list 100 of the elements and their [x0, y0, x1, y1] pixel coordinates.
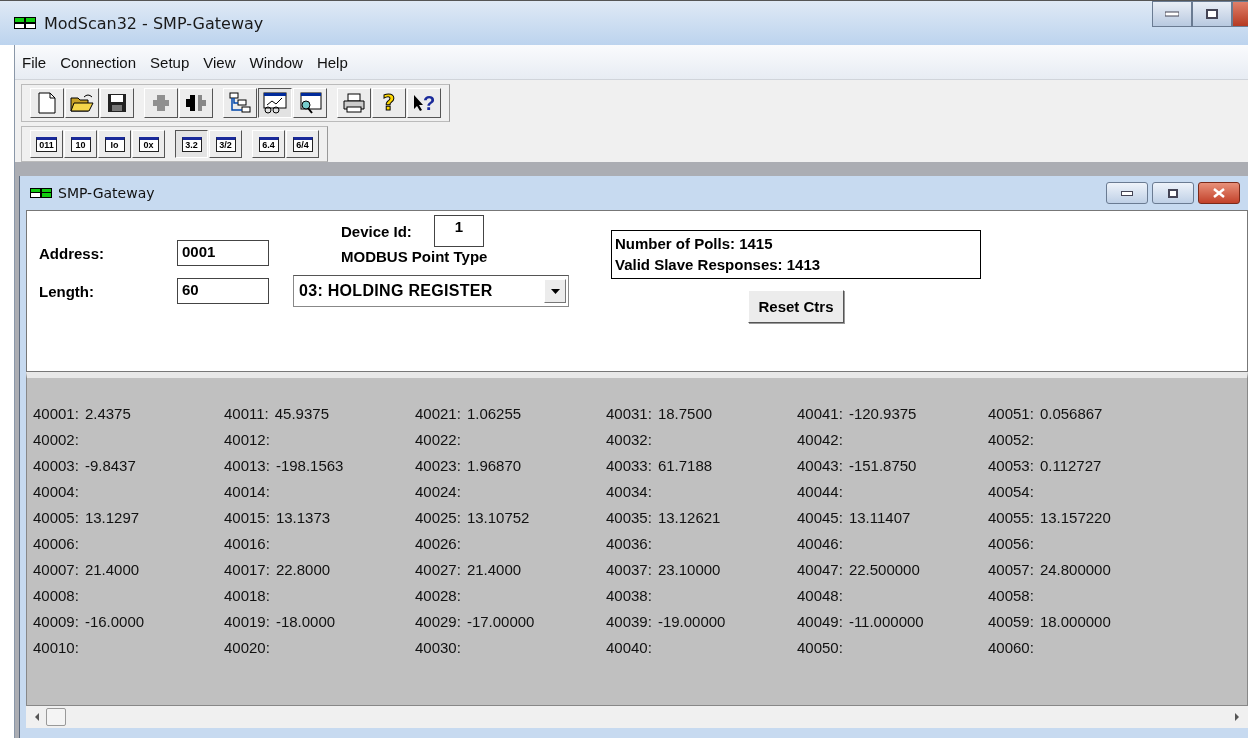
menu-item[interactable]: Window — [242, 53, 310, 71]
minimize-button[interactable] — [1106, 182, 1148, 204]
register-address: 40010: — [33, 638, 79, 656]
register-address: 40053: — [988, 456, 1034, 474]
maximize-button[interactable] — [1192, 1, 1232, 27]
stat-text: Valid Slave Responses: 1413 — [615, 255, 822, 275]
register-address: 40011: — [224, 404, 269, 422]
register-address: 40059: — [988, 612, 1034, 630]
disconnect-button[interactable] — [179, 88, 213, 118]
register-address: 40033: — [606, 456, 652, 474]
register-address: 40034: — [606, 482, 652, 500]
menu-item[interactable]: Setup — [143, 53, 197, 71]
register-address: 40006: — [33, 534, 79, 552]
minimize-icon — [1121, 190, 1133, 196]
scroll-right-icon — [1234, 713, 1240, 721]
register-address: 40015: — [224, 508, 270, 526]
register-value: -9.8437 — [84, 456, 136, 474]
register-value: 13.11407 — [848, 508, 911, 526]
register-value: -18.0000 — [275, 612, 336, 630]
format-button[interactable]: 10 — [64, 130, 97, 158]
register-address: 40017: — [224, 560, 270, 578]
register-address: 40051: — [988, 404, 1034, 422]
chart-icon — [262, 92, 288, 114]
register-address: 40007: — [33, 560, 79, 578]
format-button[interactable]: 3/2 — [209, 130, 242, 158]
register-address: 40027: — [415, 560, 461, 578]
device-id-field[interactable]: 1 — [433, 215, 484, 247]
length-field[interactable]: 60 — [177, 278, 269, 304]
register-value: 23.10000 — [657, 560, 721, 578]
close-icon — [1213, 188, 1225, 198]
register-address: 40028: — [415, 586, 461, 604]
register-address: 40031: — [606, 404, 652, 422]
register-value: -11.000000 — [848, 612, 924, 630]
save-button[interactable] — [100, 88, 134, 118]
register-address: 40056: — [988, 534, 1034, 552]
dropdown-arrow-icon — [550, 288, 560, 294]
plug-icon — [151, 93, 171, 113]
register-address: 40025: — [415, 508, 461, 526]
register-address: 40019: — [224, 612, 270, 630]
register-address: 40023: — [415, 456, 461, 474]
register-value: 18.7500 — [657, 404, 713, 422]
register-value: 21.4000 — [466, 560, 522, 578]
register-value: 13.10752 — [466, 508, 530, 526]
register-address: 40046: — [797, 534, 843, 552]
register-address: 40009: — [33, 612, 79, 630]
monitor-button[interactable] — [293, 88, 327, 118]
register-address: 40016: — [224, 534, 270, 552]
register-address: 40041: — [797, 404, 843, 422]
format-button[interactable]: 011 — [30, 130, 63, 158]
tree-view-button[interactable] — [223, 88, 257, 118]
register-address: 40035: — [606, 508, 652, 526]
register-value: 0.112727 — [1039, 456, 1102, 474]
register-address: 40030: — [415, 638, 461, 656]
register-address: 40003: — [33, 456, 79, 474]
register-address: 40044: — [797, 482, 843, 500]
menu-item[interactable]: Connection — [53, 53, 144, 71]
window-icon — [30, 188, 52, 198]
open-button[interactable] — [65, 88, 99, 118]
printer-icon — [342, 93, 366, 113]
register-value: 13.1373 — [275, 508, 331, 526]
reset-counters-button[interactable]: Reset Ctrs — [748, 290, 844, 323]
format-button[interactable]: Io — [98, 130, 131, 158]
register-address: 40032: — [606, 430, 652, 448]
register-value: 0.056867 — [1039, 404, 1103, 422]
register-address: 40005: — [33, 508, 79, 526]
point-type-dropdown[interactable]: 03: HOLDING REGISTER — [293, 275, 569, 307]
menu-item[interactable]: File — [15, 53, 54, 71]
close-button[interactable] — [1198, 182, 1240, 204]
register-address: 40024: — [415, 482, 461, 500]
new-file-button[interactable] — [30, 88, 64, 118]
minimize-button[interactable] — [1152, 1, 1192, 27]
register-address: 40058: — [988, 586, 1034, 604]
register-address: 40020: — [224, 638, 270, 656]
address-field[interactable]: 0001 — [177, 240, 269, 266]
format-button[interactable]: 6.4 — [252, 130, 285, 158]
format-button[interactable]: 0x — [132, 130, 165, 158]
register-address: 40039: — [606, 612, 652, 630]
register-address: 40057: — [988, 560, 1034, 578]
print-button[interactable] — [337, 88, 371, 118]
register-value: 18.000000 — [1039, 612, 1111, 630]
register-address: 40048: — [797, 586, 843, 604]
scrollbar-thumb[interactable] — [46, 708, 66, 726]
register-address: 40008: — [33, 586, 79, 604]
register-value: 22.500000 — [848, 560, 920, 578]
register-address: 40012: — [224, 430, 270, 448]
register-value: -16.0000 — [84, 612, 145, 630]
plug-icon — [184, 93, 208, 113]
horizontal-scrollbar[interactable] — [26, 706, 1248, 728]
register-address: 40060: — [988, 638, 1034, 656]
register-value: 61.7188 — [657, 456, 713, 474]
chart-view-button[interactable] — [258, 88, 292, 118]
menu-item[interactable]: View — [196, 53, 243, 71]
register-value: -17.00000 — [466, 612, 535, 630]
format-button[interactable]: 3.2 — [175, 130, 208, 158]
context-help-button[interactable]: ? — [407, 88, 441, 118]
maximize-button[interactable] — [1152, 182, 1194, 204]
menu-item[interactable]: Help — [309, 53, 355, 71]
format-button[interactable]: 6/4 — [286, 130, 319, 158]
register-address: 40050: — [797, 638, 843, 656]
register-value: 2.4375 — [84, 404, 131, 422]
